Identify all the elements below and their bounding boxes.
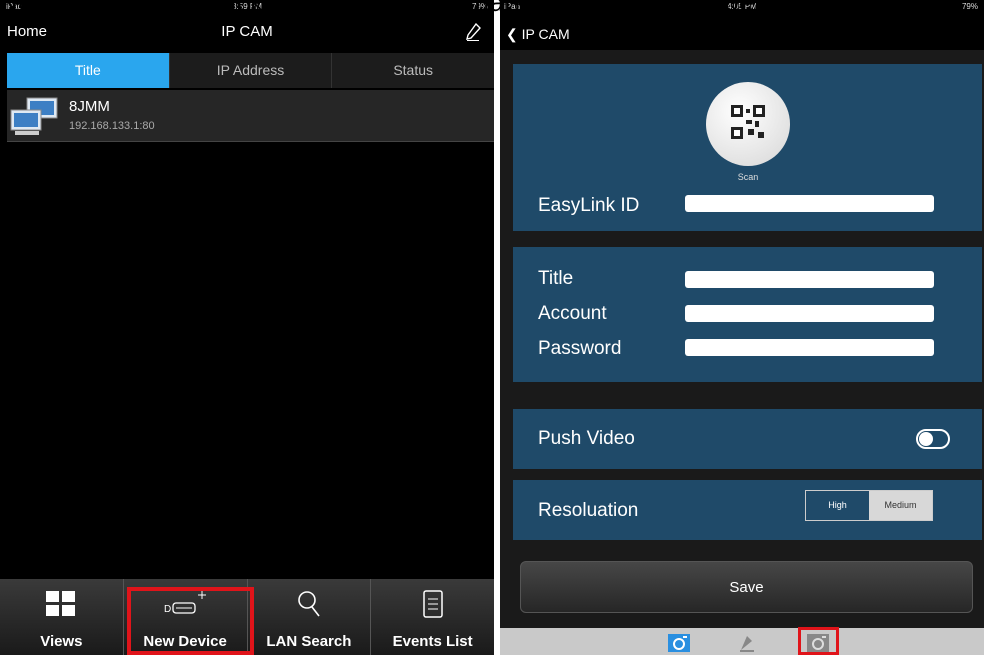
nav-bar: Home IP CAM bbox=[0, 14, 494, 50]
back-button[interactable]: ❮ IP CAM bbox=[506, 26, 570, 43]
edit-pencil-icon[interactable] bbox=[462, 14, 484, 50]
qr-code-icon bbox=[731, 104, 765, 144]
save-button[interactable]: Save bbox=[520, 561, 973, 613]
tab-lan-search-label: LAN Search bbox=[266, 633, 352, 650]
resolution-label: Resoluation bbox=[538, 500, 639, 521]
tab-lan-search[interactable]: LAN Search bbox=[246, 579, 371, 655]
events-list-icon bbox=[371, 589, 494, 619]
account-input[interactable] bbox=[685, 305, 934, 322]
search-icon bbox=[248, 589, 371, 619]
push-video-label: Push Video bbox=[538, 428, 635, 449]
wifi-icon-highlight bbox=[798, 627, 839, 655]
segment-ip-address[interactable]: IP Address bbox=[168, 53, 332, 88]
tab-events-list-label: Events List bbox=[392, 633, 473, 650]
page-title: IP CAM bbox=[221, 23, 273, 40]
edit-tool-icon[interactable] bbox=[736, 632, 758, 654]
grid-icon bbox=[0, 589, 123, 619]
chevron-left-icon: ❮ bbox=[506, 26, 518, 42]
title-label: Title bbox=[538, 268, 574, 289]
left-screen: iPad 3:59 PM 79% Home IP CAM Title IP Ad… bbox=[0, 0, 494, 655]
device-name: 8JMM bbox=[69, 98, 110, 115]
segment-status[interactable]: Status bbox=[331, 53, 494, 88]
password-label: Password bbox=[538, 338, 622, 359]
tab-events-list[interactable]: Events List bbox=[370, 579, 494, 655]
back-label: IP CAM bbox=[521, 26, 570, 42]
new-device-highlight bbox=[127, 587, 254, 655]
toggle-knob bbox=[919, 432, 933, 446]
resolution-medium[interactable]: Medium bbox=[869, 491, 932, 520]
computers-icon bbox=[9, 96, 67, 136]
instruction-caption: New Device, and click on Wi-Fi icon as m… bbox=[0, 0, 800, 17]
right-screen: iPad 4:05 PM 79% ❮ IP CAM Scan EasyLink … bbox=[500, 0, 984, 655]
push-video-toggle[interactable] bbox=[916, 429, 950, 449]
camera-blue-icon[interactable] bbox=[668, 632, 690, 654]
account-label: Account bbox=[538, 303, 607, 324]
scan-button[interactable] bbox=[706, 82, 790, 166]
easylink-label: EasyLink ID bbox=[538, 195, 640, 216]
resolution-segment: High Medium bbox=[805, 490, 933, 521]
device-row[interactable]: 8JMM 192.168.133.1:80 bbox=[7, 90, 494, 142]
password-input[interactable] bbox=[685, 339, 934, 356]
segment-title[interactable]: Title bbox=[7, 53, 169, 88]
sort-segments: Title IP Address Status bbox=[7, 53, 494, 88]
tab-views-label: Views bbox=[40, 633, 83, 650]
scan-label: Scan bbox=[737, 172, 759, 182]
easylink-input[interactable] bbox=[685, 195, 934, 212]
resolution-high[interactable]: High bbox=[806, 491, 869, 520]
title-input[interactable] bbox=[685, 271, 934, 288]
bottom-toolbar bbox=[500, 628, 984, 655]
device-ip: 192.168.133.1:80 bbox=[69, 120, 155, 132]
tab-views[interactable]: Views bbox=[0, 579, 123, 655]
